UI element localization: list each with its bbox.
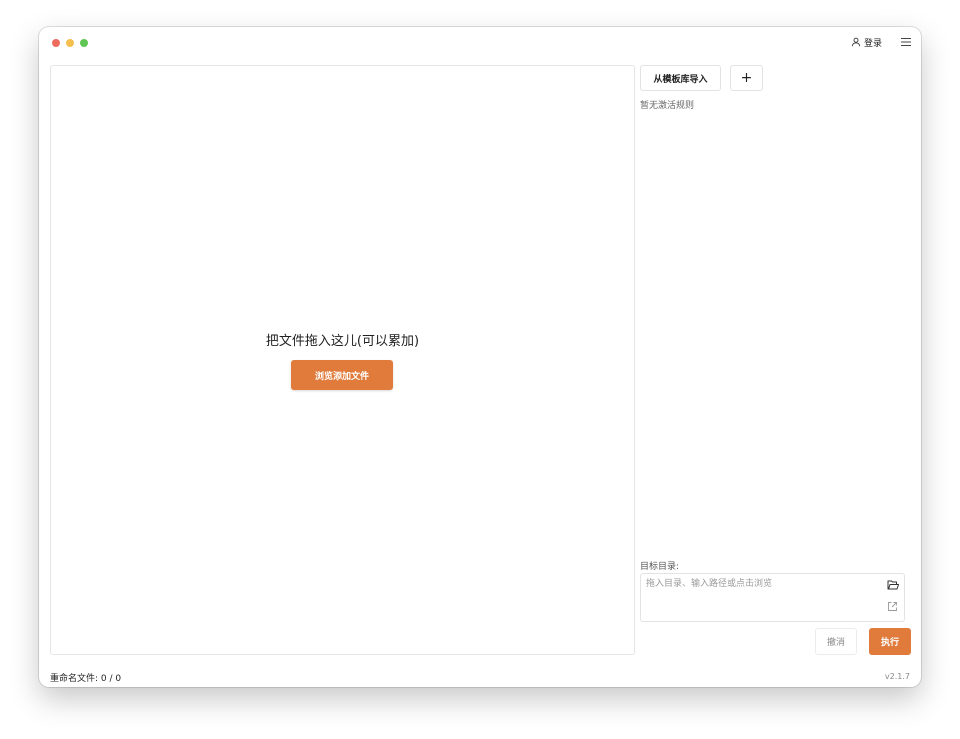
login-label: 登录: [864, 38, 883, 49]
no-active-rules-text: 暂无激活规则: [640, 101, 695, 111]
window-close-button[interactable]: [52, 39, 60, 47]
drop-hint-text: 把文件拖入这儿(可以累加): [265, 334, 420, 349]
hamburger-menu-icon[interactable]: [899, 35, 913, 49]
user-icon: [851, 37, 861, 47]
login-button[interactable]: 登录: [851, 34, 882, 50]
window-zoom-button[interactable]: [80, 39, 88, 47]
browse-add-files-button[interactable]: 浏览添加文件: [291, 360, 393, 390]
external-link-icon[interactable]: [887, 601, 898, 612]
renamed-files-count: 0 / 0: [100, 674, 122, 684]
app-window: 登录 把文件拖入这儿(可以累加) 浏览添加文件 从模板库导入 + 暂无激活规则 …: [39, 27, 921, 687]
window-minimize-button[interactable]: [66, 39, 74, 47]
execute-button[interactable]: 执行: [869, 628, 911, 655]
app-version: v2.1.7: [884, 672, 910, 681]
import-from-template-button[interactable]: 从模板库导入: [640, 65, 721, 91]
folder-open-icon[interactable]: [887, 579, 899, 591]
renamed-files-status: 重命名文件: 0 / 0: [50, 671, 121, 684]
add-rule-button[interactable]: +: [730, 65, 763, 91]
file-drop-zone[interactable]: 把文件拖入这儿(可以累加) 浏览添加文件: [50, 65, 635, 655]
renamed-files-label: 重命名文件:: [50, 674, 101, 684]
undo-button[interactable]: 撤消: [815, 628, 857, 655]
title-bar: 登录: [39, 27, 921, 57]
target-directory-label: 目标目录:: [640, 562, 680, 572]
target-directory-input[interactable]: [646, 577, 876, 591]
target-directory-box: [640, 573, 905, 622]
